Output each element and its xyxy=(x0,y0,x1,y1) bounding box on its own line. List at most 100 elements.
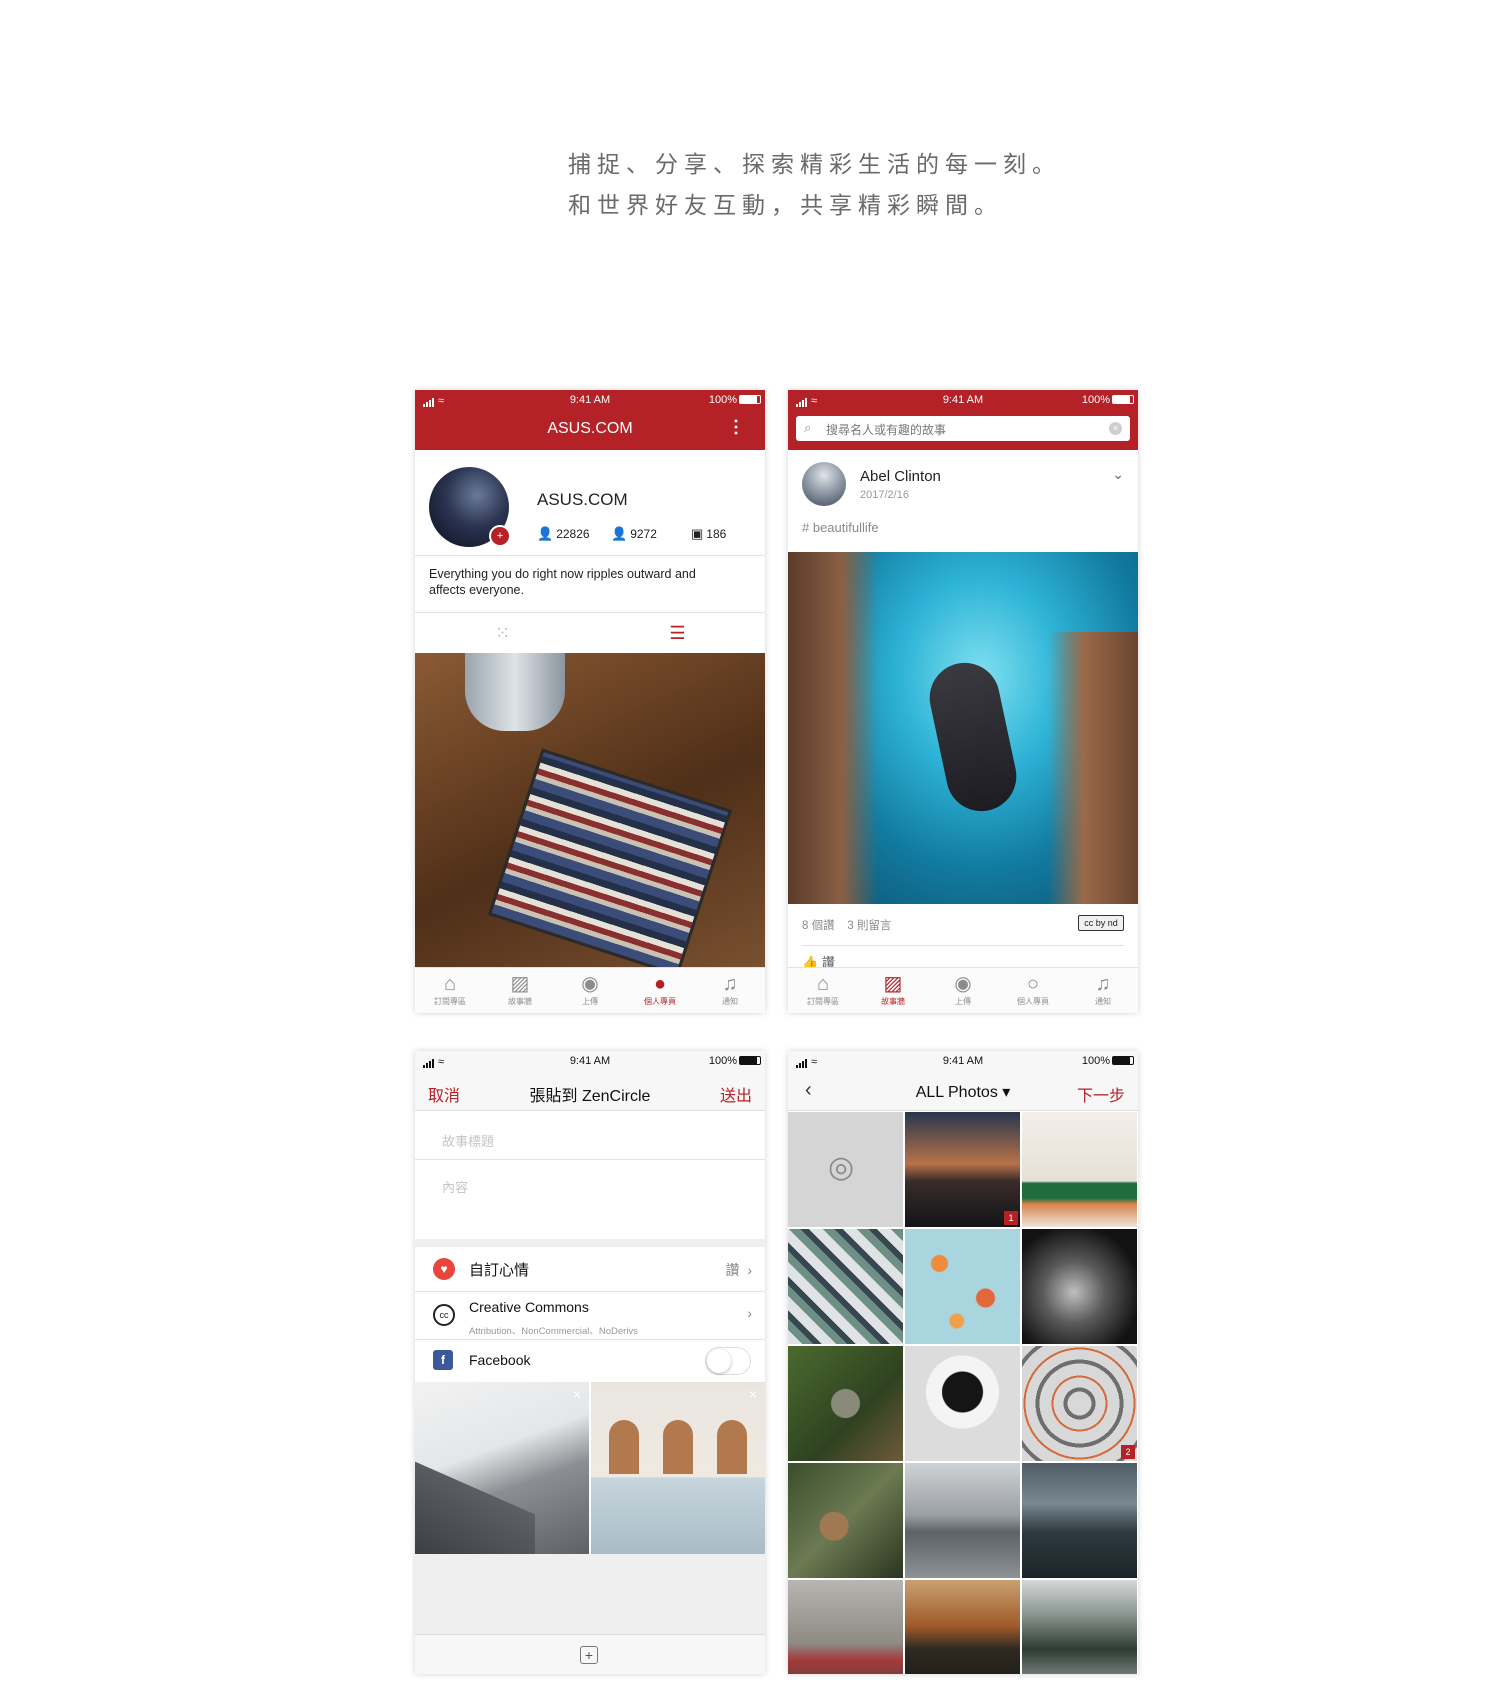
photo-cell[interactable] xyxy=(788,1580,903,1674)
facebook-label: Facebook xyxy=(469,1352,531,1368)
photo-cell[interactable]: 2 xyxy=(1022,1346,1137,1461)
mug-image xyxy=(465,653,565,731)
tab-profile[interactable]: ● 個人專頁 xyxy=(625,968,695,1013)
tab-subscriptions[interactable]: ⌂ 訂閱專區 xyxy=(788,968,858,1013)
facebook-row: f Facebook xyxy=(415,1340,765,1382)
selection-badge: 2 xyxy=(1121,1445,1135,1459)
cc-license-icon[interactable]: cc by nd xyxy=(1078,915,1124,931)
hashtag[interactable]: # beautifullife xyxy=(802,520,879,535)
reef-right-image xyxy=(1048,632,1138,904)
tab-bar: ⌂ 訂閱專區 ▨ 故事牆 ◉ 上傳 ○ 個人專頁 ♫ 通知 xyxy=(788,967,1138,1013)
section-gap xyxy=(415,1239,765,1247)
photo-cell[interactable] xyxy=(788,1346,903,1461)
battery-icon xyxy=(1112,1056,1134,1065)
author-name[interactable]: Abel Clinton xyxy=(860,468,941,485)
photo-cell[interactable] xyxy=(905,1229,1020,1344)
tab-subscriptions[interactable]: ⌂ 訂閱專區 xyxy=(415,968,485,1013)
profile-name: ASUS.COM xyxy=(537,490,628,509)
tab-notifications[interactable]: ♫ 通知 xyxy=(695,968,765,1013)
bell-icon: ♫ xyxy=(1095,973,1111,995)
battery-percent: 100% xyxy=(1081,394,1110,406)
search-placeholder: 搜尋名人或有趣的故事 xyxy=(826,423,947,437)
photo-cell[interactable] xyxy=(1022,1463,1137,1578)
remove-photo-icon[interactable]: × xyxy=(573,1386,581,1402)
post-date: 2017/2/16 xyxy=(860,489,909,501)
remove-photo-icon[interactable]: × xyxy=(749,1386,757,1402)
arch-image xyxy=(717,1420,747,1474)
following-count: 9272 xyxy=(630,527,657,541)
post-photo[interactable] xyxy=(788,552,1138,904)
author-avatar[interactable] xyxy=(802,462,846,506)
status-bar: ≈ 9:41 AM 100% xyxy=(788,1051,1138,1071)
more-options-icon[interactable]: ⋯ xyxy=(725,418,747,436)
bell-icon: ♫ xyxy=(722,973,738,995)
creative-commons-icon: cc xyxy=(433,1304,455,1326)
mood-label: 自訂心情 xyxy=(469,1262,530,1279)
divider xyxy=(415,1159,765,1160)
status-bar: ≈ 9:41 AM 100% xyxy=(415,390,765,410)
send-button[interactable]: 送出 xyxy=(720,1082,752,1106)
tab-notifications[interactable]: ♫ 通知 xyxy=(1068,968,1138,1013)
chevron-right-icon: › xyxy=(747,1305,752,1321)
followers-stat[interactable]: 👤 22826 xyxy=(537,526,590,542)
photo-cell[interactable] xyxy=(1022,1229,1137,1344)
photo-cell[interactable]: 1 xyxy=(905,1112,1020,1227)
mood-row[interactable]: ♥ 自訂心情 讚 › xyxy=(415,1247,765,1291)
gallery-icon: ▨ xyxy=(510,973,530,995)
stories-stat[interactable]: ▣ 186 xyxy=(691,526,726,542)
clear-icon[interactable]: × xyxy=(1109,422,1122,435)
search-bar: ⌕ 搜尋名人或有趣的故事 × xyxy=(788,410,1138,450)
grid-view-icon[interactable]: ⁙ xyxy=(415,613,590,653)
photo-cell[interactable] xyxy=(905,1346,1020,1461)
profile-header: ASUS.COM ⋯ xyxy=(415,410,765,450)
reef-left-image xyxy=(788,552,878,904)
facebook-toggle[interactable] xyxy=(705,1347,751,1375)
status-bar: ≈ 9:41 AM 100% xyxy=(788,390,1138,410)
search-input[interactable]: ⌕ 搜尋名人或有趣的故事 × xyxy=(796,416,1130,441)
photo-cell[interactable] xyxy=(905,1580,1020,1674)
add-photo-icon[interactable]: + xyxy=(580,1646,598,1664)
profile-screen: ≈ 9:41 AM 100% ASUS.COM ⋯ + ASUS.COM 👤 22… xyxy=(415,390,765,1013)
post-meta: 8 個讚 3 則留言 xyxy=(802,917,891,933)
profile-bio: Everything you do right now ripples outw… xyxy=(429,567,696,597)
toggle-knob xyxy=(707,1349,731,1373)
creative-commons-row[interactable]: cc Creative Commons Attribution、NonComme… xyxy=(415,1292,765,1339)
battery-icon xyxy=(1112,395,1134,404)
next-button[interactable]: 下一步 xyxy=(1077,1082,1125,1106)
list-view-icon[interactable]: ☰ xyxy=(590,613,765,653)
add-friend-badge-icon[interactable]: + xyxy=(489,525,511,547)
post-photo[interactable] xyxy=(415,653,765,977)
arch-image xyxy=(609,1420,639,1474)
chevron-down-icon[interactable]: ⌄ xyxy=(1112,466,1124,483)
tab-profile[interactable]: ○ 個人專頁 xyxy=(998,968,1068,1013)
camera-icon: ◉ xyxy=(954,973,972,995)
compose-toolbar: + xyxy=(415,1634,765,1674)
followers-icon: 👤 xyxy=(537,526,554,541)
divider xyxy=(802,945,1124,946)
tab-story-wall[interactable]: ▨ 故事牆 xyxy=(485,968,555,1013)
battery-icon xyxy=(739,395,761,404)
photo-cell[interactable] xyxy=(905,1463,1020,1578)
attached-photo-hall[interactable]: × xyxy=(591,1382,765,1554)
empty-area xyxy=(415,1554,765,1634)
following-stat[interactable]: 👤 9272 xyxy=(611,526,657,542)
attached-photo-building[interactable]: × xyxy=(415,1382,589,1554)
tagline-line-1: 捕捉、分享、探索精彩生活的每一刻。 xyxy=(568,152,1061,178)
content-input[interactable]: 內容 xyxy=(442,1177,468,1196)
photo-cell[interactable] xyxy=(788,1229,903,1344)
comments-count[interactable]: 3 則留言 xyxy=(847,920,891,932)
photo-cell[interactable] xyxy=(1022,1112,1137,1227)
tab-upload[interactable]: ◉ 上傳 xyxy=(928,968,998,1013)
tab-story-wall[interactable]: ▨ 故事牆 xyxy=(858,968,928,1013)
cc-label: Creative Commons xyxy=(469,1299,589,1315)
camera-capture-cell[interactable]: ◎ xyxy=(788,1112,903,1227)
building-image xyxy=(415,1461,535,1554)
gallery-icon: ▨ xyxy=(883,973,903,995)
photo-picker-screen: ≈ 9:41 AM 100% ‹ ALL Photos ▾ 下一步 ◎ 1 2 xyxy=(788,1051,1138,1674)
story-title-input[interactable]: 故事標題 xyxy=(442,1131,494,1150)
photo-cell[interactable] xyxy=(788,1463,903,1578)
diver-image xyxy=(923,656,1023,818)
photo-cell[interactable] xyxy=(1022,1580,1137,1674)
tab-upload[interactable]: ◉ 上傳 xyxy=(555,968,625,1013)
likes-count[interactable]: 8 個讚 xyxy=(802,920,835,932)
